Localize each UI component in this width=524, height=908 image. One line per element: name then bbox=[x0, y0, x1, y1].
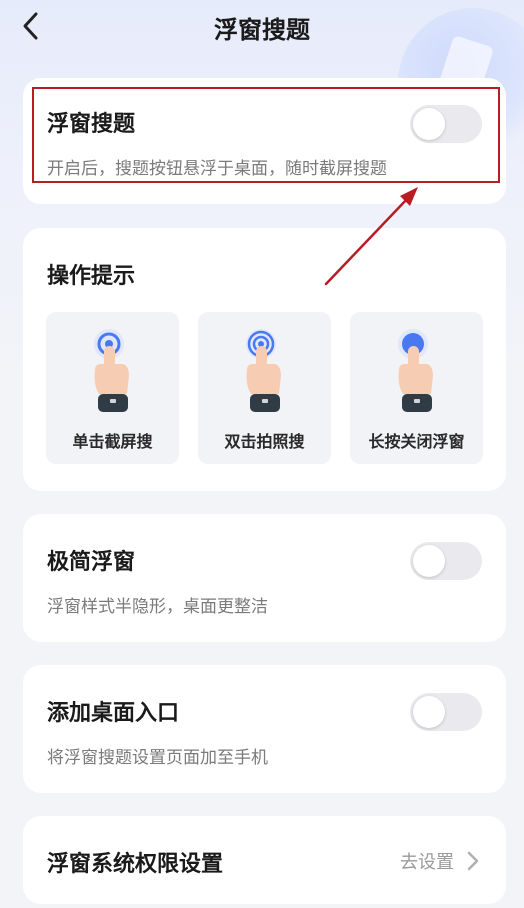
floating-search-card: 浮窗搜题 开启后，搜题按钮悬浮于桌面，随时截屏搜题 bbox=[23, 78, 506, 204]
toggle-knob bbox=[413, 545, 445, 577]
double-tap-hand-icon bbox=[246, 329, 281, 412]
floating-search-description: 开启后，搜题按钮悬浮于桌面，随时截屏搜题 bbox=[47, 159, 387, 179]
tip-double-tap[interactable]: 双击拍照搜 bbox=[198, 312, 331, 464]
floating-search-toggle[interactable] bbox=[410, 105, 482, 143]
tips-card: 操作提示 单击截屏搜 双击拍照搜 长按关闭浮窗 bbox=[23, 228, 506, 491]
desktop-entry-card: 添加桌面入口 将浮窗搜题设置页面加至手机 bbox=[23, 665, 506, 793]
minimal-float-title: 极简浮窗 bbox=[47, 550, 136, 575]
desktop-entry-description: 将浮窗搜题设置页面加至手机 bbox=[47, 748, 268, 768]
permissions-action: 去设置 bbox=[400, 852, 454, 873]
tip-long-press[interactable]: 长按关闭浮窗 bbox=[350, 312, 483, 464]
floating-search-title: 浮窗搜题 bbox=[47, 112, 136, 137]
chevron-right-icon bbox=[467, 851, 479, 871]
header: 浮窗搜题 bbox=[0, 0, 524, 52]
permissions-title: 浮窗系统权限设置 bbox=[47, 852, 224, 877]
minimal-float-toggle[interactable] bbox=[410, 542, 482, 580]
minimal-float-description: 浮窗样式半隐形，桌面更整洁 bbox=[47, 597, 268, 617]
desktop-entry-toggle[interactable] bbox=[410, 693, 482, 731]
tap-hand-icon bbox=[94, 329, 129, 412]
tips-title: 操作提示 bbox=[47, 264, 136, 289]
permissions-settings-row[interactable]: 浮窗系统权限设置 去设置 bbox=[23, 816, 506, 904]
tip-single-tap[interactable]: 单击截屏搜 bbox=[46, 312, 179, 464]
tip-label: 单击截屏搜 bbox=[72, 432, 153, 451]
toggle-knob bbox=[413, 108, 445, 140]
desktop-entry-title: 添加桌面入口 bbox=[47, 701, 180, 726]
tip-label: 双击拍照搜 bbox=[224, 432, 305, 451]
tip-label: 长按关闭浮窗 bbox=[368, 432, 465, 451]
toggle-knob bbox=[413, 696, 445, 728]
long-press-hand-icon bbox=[398, 329, 433, 412]
page-title: 浮窗搜题 bbox=[214, 16, 310, 44]
minimal-float-card: 极简浮窗 浮窗样式半隐形，桌面更整洁 bbox=[23, 514, 506, 642]
